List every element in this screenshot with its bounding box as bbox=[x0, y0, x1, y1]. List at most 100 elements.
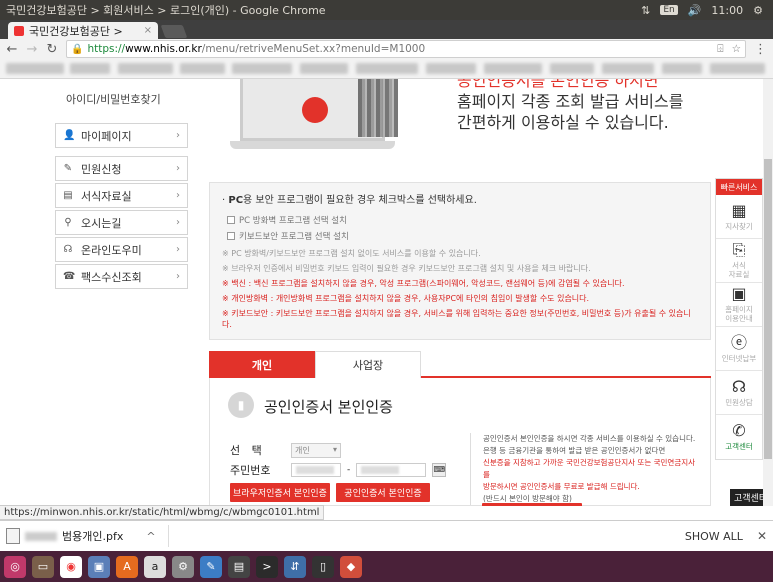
bookmark-item[interactable] bbox=[70, 63, 110, 74]
public-cert-auth-button[interactable]: 공인인증서 본인인증 bbox=[336, 483, 430, 502]
new-tab-button[interactable] bbox=[160, 25, 188, 38]
security-warning: ※ 백신 : 백신 프로그램을 설치하지 않을 경우, 악성 프로그램(스파이웨… bbox=[222, 279, 625, 288]
tab-business[interactable]: 사업장 bbox=[315, 351, 421, 378]
side-menu-label: 온라인도우미 bbox=[81, 243, 142, 257]
tab-close-icon[interactable]: × bbox=[144, 25, 152, 36]
quick-item-customer-center[interactable]: ✆ 고객센터 bbox=[716, 415, 762, 459]
side-menu-item-forms[interactable]: ▤ 서식자료실 › bbox=[55, 183, 188, 208]
resident-number-front-input[interactable] bbox=[291, 463, 341, 477]
url-path: /menu/retriveMenuSet.xx?menuId=M1000 bbox=[201, 43, 426, 55]
chevron-right-icon: › bbox=[176, 163, 180, 174]
writer-icon[interactable]: ✎ bbox=[200, 555, 222, 578]
page-scrollbar[interactable] bbox=[763, 79, 773, 506]
chevron-right-icon: › bbox=[176, 244, 180, 255]
firewall-checkbox[interactable] bbox=[227, 216, 235, 224]
address-bar[interactable]: 🔒 https://www.nhis.or.kr/menu/retriveMen… bbox=[66, 40, 746, 58]
side-menu-label: 팩스수신조회 bbox=[81, 270, 142, 284]
quick-item-branch-finder[interactable]: ▦ 지사찾기 bbox=[716, 195, 762, 239]
chevron-up-icon[interactable]: ^ bbox=[146, 530, 155, 543]
cert-info-line: 신분증을 지참하고 가까운 국민건강보험공단지사 또는 국민연금지사를 bbox=[483, 458, 696, 479]
forward-icon[interactable]: → bbox=[26, 42, 38, 57]
keyboard-layout-indicator[interactable]: En bbox=[660, 5, 678, 15]
chrome-menu-icon[interactable]: ⋮ bbox=[754, 42, 767, 57]
settings-icon[interactable]: ⚙ bbox=[172, 555, 194, 578]
show-all-button[interactable]: SHOW ALL bbox=[685, 530, 743, 543]
monitor-icon[interactable]: ▯ bbox=[312, 555, 334, 578]
resident-number-back-input[interactable] bbox=[356, 463, 427, 477]
files-icon[interactable]: ▭ bbox=[32, 555, 54, 578]
network-icon[interactable]: ⇅ bbox=[641, 4, 650, 17]
cert-guide-button[interactable] bbox=[482, 503, 582, 506]
headset-icon: ☊ bbox=[63, 243, 73, 255]
bookmark-item[interactable] bbox=[300, 63, 348, 74]
virtual-keyboard-icon[interactable]: ⌨ bbox=[432, 463, 447, 477]
software-center-icon[interactable]: A bbox=[116, 555, 138, 578]
bookmarks-bar bbox=[0, 59, 773, 79]
sync-icon[interactable]: ⇵ bbox=[284, 555, 306, 578]
page-info-icon[interactable]: ⌹ bbox=[717, 43, 723, 56]
bookmark-item[interactable] bbox=[426, 63, 476, 74]
browser-tab[interactable]: 국민건강보험공단 > × bbox=[8, 22, 158, 39]
bookmark-item[interactable] bbox=[662, 63, 702, 74]
side-menu-item-complaint[interactable]: ✎ 민원신청 › bbox=[55, 156, 188, 181]
firewall-option[interactable]: PC 방화벽 프로그램 선택 설치 bbox=[222, 214, 698, 226]
member-type-select[interactable]: 개인 ▾ bbox=[291, 442, 341, 458]
power-icon[interactable]: ⚙ bbox=[753, 4, 763, 17]
screenshot-icon[interactable]: ▣ bbox=[88, 555, 110, 578]
download-file-name: 범용개인.pfx bbox=[62, 530, 124, 543]
download-item[interactable]: 범용개인.pfx ^ bbox=[6, 528, 156, 544]
bookmark-item[interactable] bbox=[118, 63, 173, 74]
bookmark-item[interactable] bbox=[484, 63, 542, 74]
keyboard-security-checkbox[interactable] bbox=[227, 232, 235, 240]
terminal-window-icon[interactable]: > bbox=[256, 555, 278, 578]
security-note: ※ PC 방화벽/키보드보안 프로그램 설치 없이도 서비스를 이용할 수 있습… bbox=[222, 249, 481, 258]
security-title: · PC용 보안 프로그램이 필요한 경우 체크박스를 선택하세요. bbox=[222, 195, 477, 206]
hero-line-1: 공인인증서를 본인인증 하시면 bbox=[457, 79, 659, 90]
resident-number-row: 주민번호 - ⌨ bbox=[230, 462, 447, 478]
security-note: ※ 브라우저 인증에서 비밀번호 키보드 입력이 필요한 경우 키보드보안 프로… bbox=[222, 264, 591, 273]
volume-icon[interactable]: 🔊 bbox=[688, 4, 702, 17]
side-menu-item-directions[interactable]: ⚲ 오시는길 › bbox=[55, 210, 188, 235]
chrome-icon[interactable]: ◉ bbox=[60, 555, 82, 578]
file-icon bbox=[6, 528, 20, 544]
quick-item-internet-payment[interactable]: ⓔ 인터넷납부 bbox=[716, 327, 762, 371]
side-menu-item-mypage[interactable]: 👤 마이페이지 › bbox=[55, 123, 188, 148]
security-warning: ※ 개인방화벽 : 개인방화벽 프로그램을 설치하지 않을 경우, 사용자PC에… bbox=[222, 294, 590, 303]
security-warning: ※ 키보드보안 : 키보드보안 프로그램을 설치하지 않을 경우, 서비스를 위… bbox=[222, 309, 691, 329]
tab-personal[interactable]: 개인 bbox=[209, 351, 315, 378]
bookmark-item[interactable] bbox=[356, 63, 418, 74]
bookmark-item[interactable] bbox=[6, 63, 64, 74]
quick-item-site-guide[interactable]: ▣ 홈페이지 이용안내 bbox=[716, 283, 762, 327]
bookmark-item[interactable] bbox=[180, 63, 225, 74]
nhis-logo-icon bbox=[302, 97, 328, 123]
hero-line-2: 홈페이지 각종 조회 발급 서비스를 bbox=[457, 92, 684, 111]
quick-item-consultation[interactable]: ☊ 민원상담 bbox=[716, 371, 762, 415]
keyboard-security-option[interactable]: 키보드보안 프로그램 선택 설치 bbox=[222, 230, 698, 242]
reload-icon[interactable]: ↻ bbox=[46, 42, 58, 57]
side-menu-item-online-help[interactable]: ☊ 온라인도우미 › bbox=[55, 237, 188, 262]
page-content: 아이디/비밀번호찾기 👤 마이페이지 › ✎ 민원신청 › ▤ 서식자료실 › … bbox=[0, 79, 773, 506]
browser-cert-auth-button[interactable]: 브라우저인증서 본인인증 bbox=[230, 483, 330, 502]
chevron-right-icon: › bbox=[176, 271, 180, 282]
amazon-icon[interactable]: a bbox=[144, 555, 166, 578]
chevron-right-icon: › bbox=[176, 190, 180, 201]
clock[interactable]: 11:00 bbox=[711, 4, 743, 17]
bookmark-star-icon[interactable]: ☆ bbox=[732, 43, 741, 56]
terminal-icon[interactable]: ▤ bbox=[228, 555, 250, 578]
bookmark-item[interactable] bbox=[602, 63, 654, 74]
bookmark-item[interactable] bbox=[550, 63, 594, 74]
phone-icon: ✆ bbox=[732, 421, 746, 440]
ubuntu-dash-icon[interactable]: ◎ bbox=[4, 555, 26, 578]
document-search-icon: ⎘ bbox=[732, 240, 746, 259]
bookmark-item[interactable] bbox=[710, 63, 765, 74]
back-icon[interactable]: ← bbox=[6, 42, 18, 57]
quick-item-forms[interactable]: ⎘ 서식 자료실 bbox=[716, 239, 762, 283]
app-icon[interactable]: ◆ bbox=[340, 555, 362, 578]
scrollbar-thumb[interactable] bbox=[764, 159, 772, 459]
bookmark-item[interactable] bbox=[232, 63, 292, 74]
close-icon[interactable]: ✕ bbox=[757, 529, 767, 543]
side-menu-item-fax[interactable]: ☎ 팩스수신조회 › bbox=[55, 264, 188, 289]
file-name-blurred bbox=[25, 531, 57, 541]
find-id-password-link[interactable]: 아이디/비밀번호찾기 bbox=[66, 91, 161, 107]
side-menu-label: 서식자료실 bbox=[81, 189, 132, 203]
